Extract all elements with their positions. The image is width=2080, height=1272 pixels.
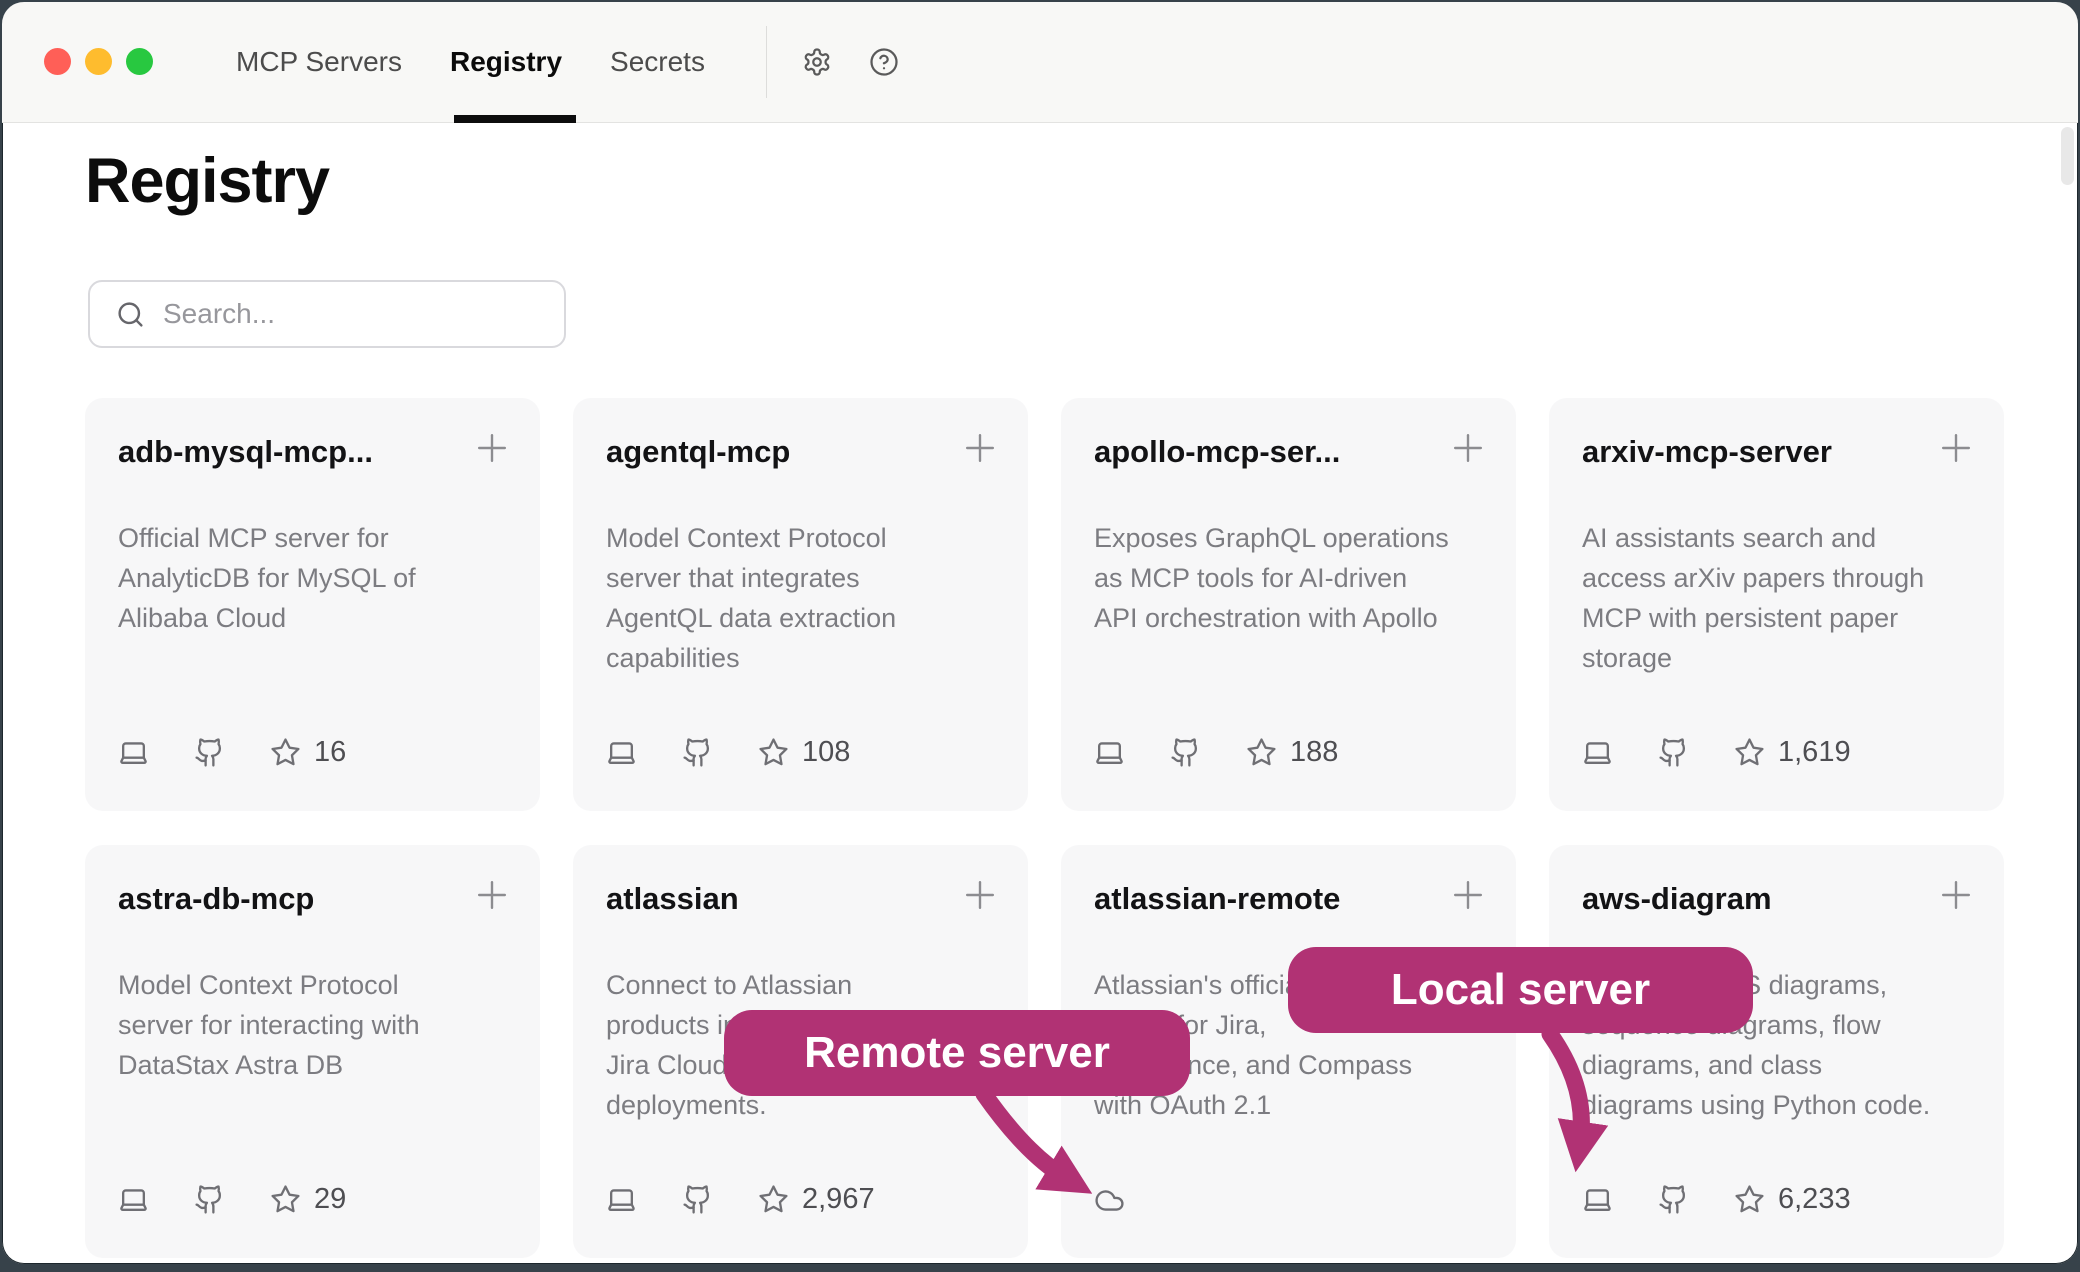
star-icon [270, 1184, 301, 1215]
app-window: MCP Servers Registry Secrets Registry ad… [2, 2, 2078, 1264]
plus-icon[interactable] [1446, 873, 1490, 917]
remote-server-badge: Remote server [724, 1010, 1190, 1096]
zoom-button[interactable] [126, 48, 153, 75]
server-name: adb-mysql-mcp... [118, 434, 460, 470]
star-count: 29 [314, 1183, 346, 1216]
github-icon[interactable] [682, 1184, 713, 1215]
tab-registry[interactable]: Registry [450, 46, 562, 78]
plus-icon[interactable] [1934, 426, 1978, 470]
screen: MCP Servers Registry Secrets Registry ad… [0, 0, 2080, 1272]
server-card-adb-mysql[interactable]: adb-mysql-mcp... Official MCP server for… [85, 398, 540, 811]
toolbar-divider [766, 26, 767, 98]
github-icon[interactable] [1658, 737, 1689, 768]
star-count: 188 [1290, 736, 1338, 769]
tab-secrets[interactable]: Secrets [610, 46, 705, 78]
help-icon[interactable] [869, 47, 899, 77]
laptop-icon [606, 737, 637, 768]
server-card-aws-diagram[interactable]: aws-diagram Generate AWS diagrams,sequen… [1549, 845, 2004, 1258]
star-count: 16 [314, 736, 346, 769]
star-icon [270, 737, 301, 768]
star-count: 108 [802, 736, 850, 769]
plus-icon[interactable] [1934, 873, 1978, 917]
local-server-badge: Local server [1288, 947, 1753, 1033]
registry-grid: adb-mysql-mcp... Official MCP server for… [85, 398, 2004, 1258]
search-box[interactable] [88, 280, 566, 348]
server-name: atlassian-remote [1094, 881, 1436, 917]
card-footer: 2,967 [606, 1183, 875, 1216]
server-description: AI assistants search andaccess arXiv pap… [1582, 518, 1984, 678]
server-card-astra-db[interactable]: astra-db-mcp Model Context Protocolserve… [85, 845, 540, 1258]
star-count: 2,967 [802, 1183, 875, 1216]
star-count: 1,619 [1778, 736, 1851, 769]
server-card-apollo[interactable]: apollo-mcp-ser... Exposes GraphQL operat… [1061, 398, 1516, 811]
traffic-lights [44, 48, 153, 75]
card-footer: 108 [606, 736, 850, 769]
laptop-icon [606, 1184, 637, 1215]
star-icon [1734, 1184, 1765, 1215]
search-input[interactable] [161, 297, 545, 331]
server-card-arxiv[interactable]: arxiv-mcp-server AI assistants search an… [1549, 398, 2004, 811]
tab-mcp-servers[interactable]: MCP Servers [236, 46, 402, 78]
server-name: agentql-mcp [606, 434, 948, 470]
server-description: Model Context Protocolserver for interac… [118, 965, 520, 1085]
star-count: 6,233 [1778, 1183, 1851, 1216]
server-description: Official MCP server forAnalyticDB for My… [118, 518, 520, 638]
plus-icon[interactable] [958, 426, 1002, 470]
server-name: atlassian [606, 881, 948, 917]
star-icon [758, 737, 789, 768]
laptop-icon [1582, 737, 1613, 768]
title-bar: MCP Servers Registry Secrets [2, 2, 2078, 123]
card-footer: 16 [118, 736, 346, 769]
github-icon[interactable] [682, 737, 713, 768]
card-footer: 29 [118, 1183, 346, 1216]
gear-icon[interactable] [802, 47, 832, 77]
card-footer: 1,619 [1582, 736, 1851, 769]
github-icon[interactable] [194, 1184, 225, 1215]
main-tabs: MCP Servers Registry Secrets [236, 2, 705, 122]
close-button[interactable] [44, 48, 71, 75]
laptop-icon [118, 737, 149, 768]
star-icon [1734, 737, 1765, 768]
server-card-agentql[interactable]: agentql-mcp Model Context Protocolserver… [573, 398, 1028, 811]
search-icon [116, 300, 145, 329]
plus-icon[interactable] [958, 873, 1002, 917]
server-name: arxiv-mcp-server [1582, 434, 1924, 470]
server-name: astra-db-mcp [118, 881, 460, 917]
laptop-icon [1094, 737, 1125, 768]
server-name: apollo-mcp-ser... [1094, 434, 1436, 470]
active-tab-indicator [454, 115, 576, 123]
plus-icon[interactable] [1446, 426, 1490, 470]
laptop-icon [1582, 1184, 1613, 1215]
card-footer [1094, 1185, 1125, 1216]
card-footer: 188 [1094, 736, 1338, 769]
server-description: Exposes GraphQL operationsas MCP tools f… [1094, 518, 1496, 638]
card-footer: 6,233 [1582, 1183, 1851, 1216]
star-icon [1246, 737, 1277, 768]
scrollbar-thumb[interactable] [2061, 127, 2074, 185]
server-name: aws-diagram [1582, 881, 1924, 917]
page-title: Registry [85, 145, 329, 217]
star-icon [758, 1184, 789, 1215]
plus-icon[interactable] [470, 873, 514, 917]
plus-icon[interactable] [470, 426, 514, 470]
github-icon[interactable] [1170, 737, 1201, 768]
minimize-button[interactable] [85, 48, 112, 75]
server-description: Model Context Protocolserver that integr… [606, 518, 1008, 678]
laptop-icon [118, 1184, 149, 1215]
cloud-icon [1094, 1185, 1125, 1216]
github-icon[interactable] [194, 737, 225, 768]
github-icon[interactable] [1658, 1184, 1689, 1215]
